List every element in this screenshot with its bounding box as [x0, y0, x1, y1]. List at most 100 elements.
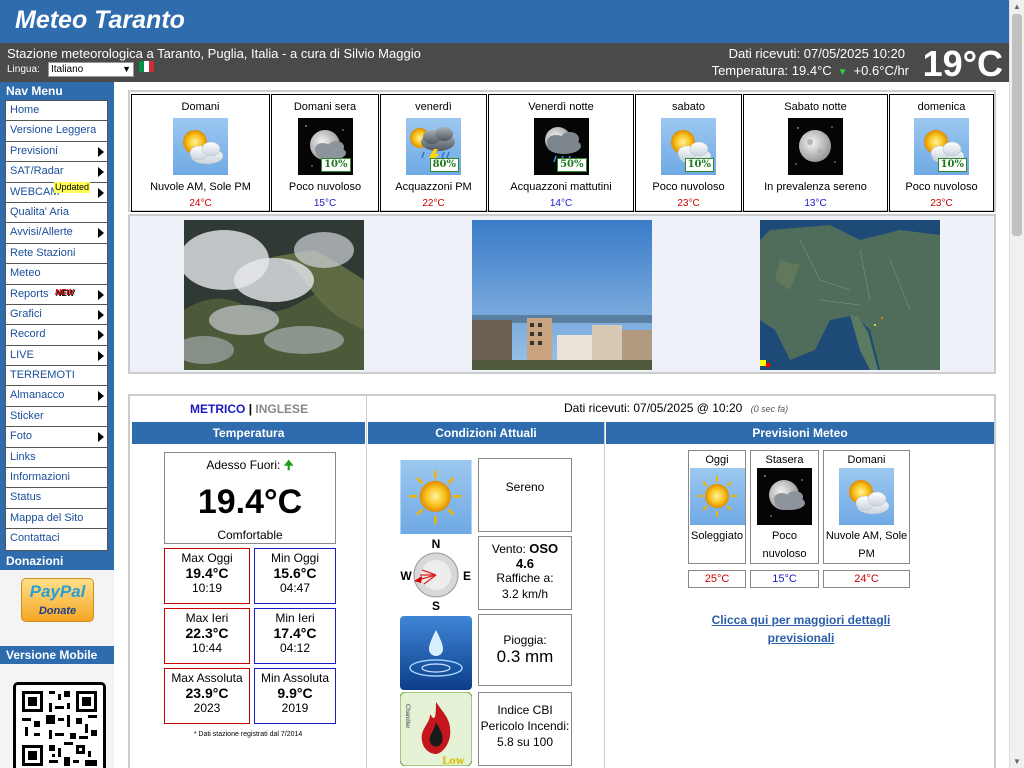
forecast-day[interactable]: Domani Nuvole AM, Sole PM 24°C: [131, 94, 270, 212]
cbi-value: 5.8 su 100: [496, 735, 554, 749]
nav-item-rete-stazioni[interactable]: Rete Stazioni: [6, 243, 107, 265]
site-title[interactable]: Meteo Taranto: [15, 6, 185, 35]
nav-item-sticker[interactable]: Sticker: [6, 406, 107, 428]
paypal-label: PayPal: [29, 581, 86, 601]
nav-item-mappa-del-sito[interactable]: Mappa del Sito: [6, 508, 107, 530]
nav-item-sat-radar[interactable]: SAT/Radar: [6, 162, 107, 183]
nav-item-reports[interactable]: Reports NEW: [6, 284, 107, 305]
compass-east: E: [463, 569, 471, 583]
nav-item-label: Previsioni: [10, 144, 58, 157]
cloudy-night-icon: 10%: [298, 118, 353, 175]
trend-up-arrow-icon: 🠉: [283, 458, 294, 472]
paypal-donate-button[interactable]: PayPal Donate: [21, 577, 94, 622]
forecast-day-temp: 14°C: [549, 198, 573, 209]
qr-code-icon[interactable]: [13, 681, 106, 768]
donations-panel: PayPal Donate: [0, 569, 114, 646]
nav-item-avvisi-allerte[interactable]: Avvisi/Allerte: [6, 223, 107, 244]
station-info-bar: Stazione meteorologica a Taranto, Puglia…: [0, 43, 1009, 84]
forecast-day[interactable]: Domani sera 10% Poco nuvoloso 15°C: [271, 94, 379, 212]
temperature-text: Temperatura: 19.4°C: [711, 63, 832, 78]
wind-compass-icon: N S E W: [400, 538, 472, 612]
mini-forecast-1[interactable]: Stasera Poco nuvoloso: [750, 450, 819, 564]
sky-condition-box: Sereno: [478, 458, 572, 532]
nav-item-home[interactable]: Home: [6, 101, 107, 122]
forecast-day[interactable]: Venerdì notte 50% Acquazzoni mattutini 14°C: [488, 94, 634, 212]
mini-forecast-0[interactable]: Oggi Soleggiato: [688, 450, 746, 564]
min-today-value: 15.6°C: [273, 565, 317, 581]
unit-switch: METRICO | INGLESE: [190, 402, 308, 416]
forecast-details-link[interactable]: Clicca qui per maggiori dettagli previsi…: [708, 611, 894, 647]
nav-item-label: Contattaci: [10, 532, 60, 545]
partly-cloudy-sun-icon: [839, 468, 894, 525]
chevron-right-icon: [98, 146, 104, 157]
updated-badge: Updated: [54, 181, 91, 193]
nav-item-meteo[interactable]: Meteo: [6, 264, 107, 285]
forecast-day-title: sabato: [671, 101, 706, 113]
webcam-image[interactable]: [472, 220, 652, 370]
nav-item-label: Meteo: [10, 267, 41, 280]
unit-metric-link[interactable]: METRICO: [190, 402, 245, 416]
cbi-sub-label: Pericolo Incendi:: [480, 719, 570, 733]
temperature-trend: +0.6°C/hr: [853, 63, 909, 78]
nav-item-versione-leggera[interactable]: Versione Leggera: [6, 121, 107, 142]
forecast-day[interactable]: Sabato notte In prevalenza sereno 13°C: [743, 94, 888, 212]
language-select[interactable]: Italiano ▼: [48, 62, 134, 77]
min-yesterday-time: 04:12: [279, 641, 311, 655]
satellite-image[interactable]: [184, 220, 364, 370]
trend-up-icon: ▼: [837, 67, 848, 78]
mini-forecast-temp: 24°C: [823, 570, 910, 588]
scroll-down-icon[interactable]: ▼: [1013, 757, 1021, 766]
max-today-label: Max Oggi: [181, 551, 233, 565]
nav-item-label: Mappa del Sito: [10, 511, 84, 524]
nav-item-label: Versione Leggera: [10, 124, 97, 137]
lightning-map-image[interactable]: [760, 220, 940, 370]
sidebar: Nav Menu Home Versione Leggera Previsioni S…: [0, 82, 114, 768]
max-yesterday-value: 22.3°C: [185, 625, 229, 641]
scroll-up-icon[interactable]: ▲: [1013, 2, 1021, 11]
nav-item-label: Qualita' Aria: [10, 205, 69, 218]
compass-south: S: [432, 599, 440, 612]
mobile-panel: [0, 663, 114, 768]
nav-item-foto[interactable]: Foto: [6, 427, 107, 448]
nav-item-label: Sticker: [10, 409, 44, 422]
temperature-summary: Temperatura: 19.4°C ▼ +0.6°C/hr: [712, 63, 909, 78]
mini-forecast-2[interactable]: Domani Nuvole AM, Sole PM: [823, 450, 910, 564]
precip-chance: 80%: [429, 158, 459, 172]
mini-forecast-title: Domani: [847, 454, 886, 466]
chevron-right-icon: [98, 289, 104, 300]
now-outside: Adesso Fuori: 🠉: [165, 456, 335, 477]
forecast-day-temp: 23°C: [930, 198, 953, 209]
rain-drop-icon: [400, 616, 472, 690]
nav-item-informazioni[interactable]: Informazioni: [6, 468, 107, 489]
scroll-thumb[interactable]: [1012, 14, 1022, 236]
forecast-day[interactable]: venerdì 80% Acquazzoni PM 22°C: [380, 94, 487, 212]
nav-item-terremoti[interactable]: TERREMOTI: [6, 366, 107, 387]
page-scrollbar[interactable]: ▲ ▼: [1009, 0, 1024, 768]
partly-cloudy-sun-icon: 10%: [661, 118, 716, 175]
min-absolute-year: 2019: [281, 701, 309, 715]
forecast-day[interactable]: sabato 10% Poco nuvoloso 23°C: [635, 94, 742, 212]
unit-imperial-link[interactable]: INGLESE: [255, 402, 308, 416]
rain-night-icon: 50%: [534, 118, 589, 175]
language-label: Lingua:: [7, 64, 40, 75]
nav-item-webcam[interactable]: WEBCAM Updated: [6, 181, 107, 203]
nav-item-qualita-aria[interactable]: Qualita' Aria: [6, 202, 107, 224]
nav-item-record[interactable]: Record: [6, 325, 107, 346]
temperature-header: Temperatura: [132, 422, 365, 444]
nav-item-contattaci[interactable]: Contattaci: [6, 529, 107, 550]
nav-item-live[interactable]: LIVE: [6, 345, 107, 367]
min-yesterday-value: 17.4°C: [273, 625, 317, 641]
precip-chance: 10%: [937, 158, 967, 172]
italy-flag-icon[interactable]: [139, 61, 154, 72]
chevron-right-icon: [98, 432, 104, 443]
nav-item-label: Home: [10, 104, 40, 116]
forecast-day-title: Sabato notte: [784, 101, 847, 113]
nav-item-grafici[interactable]: Grafici: [6, 304, 107, 326]
forecast-day-desc: Acquazzoni mattutini: [510, 181, 612, 193]
nav-item-almanacco[interactable]: Almanacco: [6, 386, 107, 407]
forecast-day[interactable]: domenica 10% Poco nuvoloso 23°C: [889, 94, 994, 212]
nav-item-previsioni[interactable]: Previsioni: [6, 141, 107, 163]
nav-item-status[interactable]: Status: [6, 488, 107, 509]
forecast-header: Previsioni Meteo: [606, 422, 994, 444]
nav-item-links[interactable]: Links: [6, 447, 107, 469]
